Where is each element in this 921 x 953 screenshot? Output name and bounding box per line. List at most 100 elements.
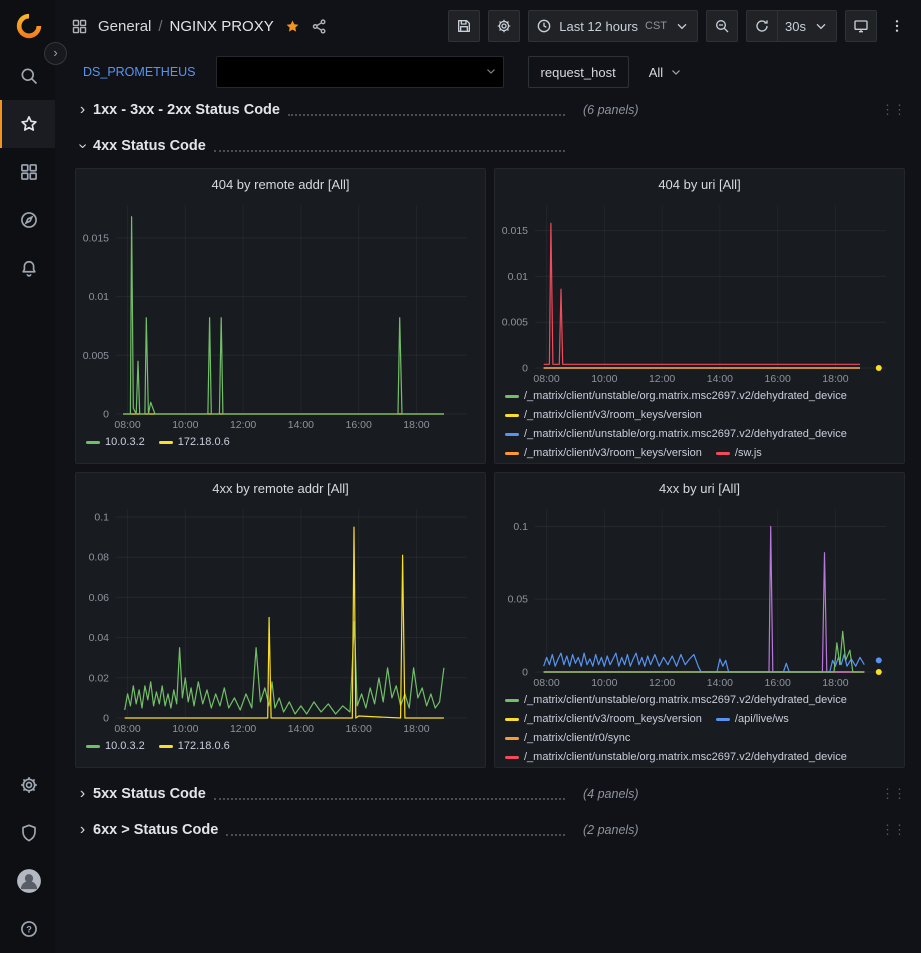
svg-text:10:00: 10:00 (172, 419, 198, 431)
legend-item[interactable]: /_matrix/client/r0/sync (505, 729, 630, 748)
legend-item[interactable]: 10.0.3.2 (86, 737, 145, 756)
timeseries-chart[interactable]: 00.050.108:0010:0012:0014:0016:0018:00 (499, 503, 900, 689)
svg-text:10:00: 10:00 (591, 373, 617, 385)
timeseries-chart[interactable]: 00.020.040.060.080.108:0010:0012:0014:00… (80, 503, 481, 735)
svg-text:16:00: 16:00 (765, 677, 791, 689)
legend-item[interactable]: /_matrix/client/unstable/org.matrix.msc2… (505, 387, 847, 406)
legend-item[interactable]: 172.18.0.6 (159, 737, 230, 756)
cycle-view-mode-button[interactable] (845, 10, 877, 42)
svg-text:0.015: 0.015 (83, 232, 109, 244)
row-dotted-leader (214, 141, 565, 152)
row-panel-count: (4 panels) (583, 787, 639, 801)
sidebar: ? › (0, 0, 55, 953)
datasource-variable-label[interactable]: DS_PROMETHEUS (75, 56, 204, 88)
sidebar-item-starred[interactable] (0, 100, 55, 148)
legend-swatch (86, 745, 100, 748)
legend-label: /_matrix/client/v3/room_keys/version (524, 710, 702, 729)
legend-swatch (159, 745, 173, 748)
svg-text:12:00: 12:00 (230, 723, 256, 735)
datasource-value-dropdown[interactable] (216, 56, 504, 88)
legend-swatch (716, 452, 730, 455)
time-range-picker[interactable]: Last 12 hours CST (528, 10, 698, 42)
panel-title[interactable]: 404 by remote addr [All] (76, 169, 485, 199)
share-icon[interactable] (311, 18, 328, 35)
svg-text:16:00: 16:00 (346, 723, 372, 735)
legend-swatch (505, 452, 519, 455)
favorite-star-icon[interactable] (284, 18, 301, 35)
svg-text:0.005: 0.005 (83, 350, 109, 362)
legend-item[interactable]: /api/live/ws (716, 710, 789, 729)
svg-text:?: ? (26, 924, 32, 934)
panel-title[interactable]: 4xx by remote addr [All] (76, 473, 485, 503)
svg-text:08:00: 08:00 (533, 677, 559, 689)
svg-text:0: 0 (103, 713, 109, 725)
gear-icon (19, 775, 39, 795)
row-header-1xx-3xx-2xx[interactable]: › 1xx - 3xx - 2xx Status Code (6 panels)… (75, 92, 905, 128)
svg-text:12:00: 12:00 (230, 419, 256, 431)
chevron-right-icon: › (75, 786, 90, 802)
svg-text:10:00: 10:00 (591, 677, 617, 689)
kebab-menu-icon (889, 18, 905, 34)
zoom-out-button[interactable] (706, 10, 738, 42)
row-title: 6xx > Status Code (93, 822, 218, 838)
dashboard-settings-button[interactable] (488, 10, 520, 42)
save-dashboard-button[interactable] (448, 10, 480, 42)
legend-item[interactable]: /_matrix/client/unstable/org.matrix.msc2… (505, 691, 847, 710)
legend-item[interactable]: /_matrix/client/v3/room_keys/version (505, 444, 702, 463)
legend-label: 172.18.0.6 (178, 433, 230, 452)
svg-text:18:00: 18:00 (403, 723, 429, 735)
row-drag-handle[interactable]: ⋮⋮ (881, 786, 905, 802)
svg-text:0.06: 0.06 (89, 592, 110, 604)
breadcrumb-folder[interactable]: General (98, 18, 151, 35)
sidebar-expand-button[interactable]: › (44, 42, 67, 65)
legend-label: /_matrix/client/v3/room_keys/version (524, 406, 702, 425)
row-title: 4xx Status Code (93, 138, 206, 154)
refresh-button[interactable] (746, 10, 778, 42)
request-host-dropdown[interactable]: All (641, 56, 691, 88)
row-drag-handle[interactable]: ⋮⋮ (881, 822, 905, 838)
timeseries-chart[interactable]: 00.0050.010.01508:0010:0012:0014:0016:00… (499, 199, 900, 385)
legend-swatch (505, 395, 519, 398)
row-header-4xx[interactable]: › 4xx Status Code (75, 128, 905, 164)
sidebar-item-help[interactable]: ? (0, 905, 55, 953)
legend-swatch (86, 441, 100, 444)
legend-item[interactable]: 10.0.3.2 (86, 433, 145, 452)
svg-text:0: 0 (103, 409, 109, 421)
row-dotted-leader (288, 105, 565, 116)
sidebar-item-configuration[interactable] (0, 761, 55, 809)
sidebar-item-server-admin[interactable] (0, 809, 55, 857)
legend-swatch (505, 414, 519, 417)
grafana-app: ? › General / NGINX PROXY (0, 0, 921, 953)
legend-item[interactable]: 172.18.0.6 (159, 433, 230, 452)
chevron-right-icon: › (75, 102, 90, 118)
row-header-5xx[interactable]: › 5xx Status Code (4 panels) ⋮⋮ (75, 776, 905, 812)
legend-swatch (716, 718, 730, 721)
sidebar-item-profile[interactable] (0, 857, 55, 905)
row-header-6xx[interactable]: › 6xx > Status Code (2 panels) ⋮⋮ (75, 812, 905, 848)
legend-label: /api/live/ws (735, 710, 789, 729)
more-options-button[interactable] (885, 10, 909, 42)
sidebar-item-explore[interactable] (0, 196, 55, 244)
chevron-down-icon (674, 18, 690, 34)
legend-item[interactable]: /_matrix/client/unstable/org.matrix.msc2… (505, 748, 847, 767)
timezone-label: CST (645, 20, 667, 32)
legend-label: 10.0.3.2 (105, 433, 145, 452)
timeseries-chart[interactable]: 00.0050.010.01508:0010:0012:0014:0016:00… (80, 199, 481, 431)
panel-title[interactable]: 4xx by uri [All] (495, 473, 904, 503)
legend-item[interactable]: /sw.js (716, 444, 762, 463)
svg-text:18:00: 18:00 (822, 677, 848, 689)
breadcrumb-dashboard-title[interactable]: NGINX PROXY (170, 18, 274, 35)
legend-item[interactable]: /_matrix/client/unstable/org.matrix.msc2… (505, 425, 847, 444)
gear-icon (496, 18, 512, 34)
panel-legend: /_matrix/client/unstable/org.matrix.msc2… (495, 689, 904, 767)
row-drag-handle[interactable]: ⋮⋮ (881, 102, 905, 118)
sidebar-item-dashboards[interactable] (0, 148, 55, 196)
sidebar-item-alerting[interactable] (0, 244, 55, 292)
svg-text:0.1: 0.1 (94, 512, 109, 524)
refresh-interval-value: 30s (785, 19, 806, 34)
panel-title[interactable]: 404 by uri [All] (495, 169, 904, 199)
refresh-interval-dropdown[interactable]: 30s (777, 10, 837, 42)
legend-swatch (505, 737, 519, 740)
legend-item[interactable]: /_matrix/client/v3/room_keys/version (505, 710, 702, 729)
legend-item[interactable]: /_matrix/client/v3/room_keys/version (505, 406, 702, 425)
